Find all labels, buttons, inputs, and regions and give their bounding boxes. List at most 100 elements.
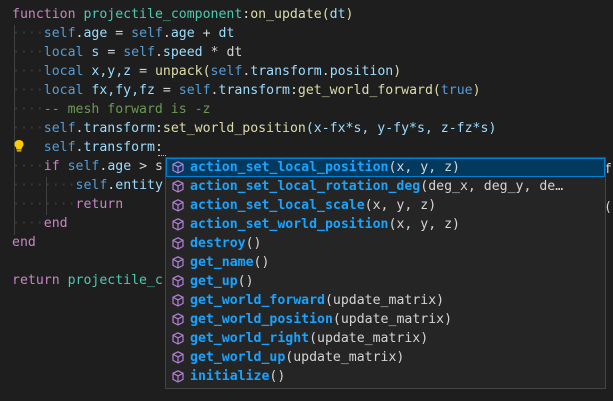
keyword: function: [12, 7, 76, 22]
method-cube-icon: [172, 275, 184, 288]
field: entity: [115, 178, 163, 193]
paren: (: [202, 64, 211, 79]
operator: +: [194, 26, 219, 41]
dot: .: [210, 83, 219, 98]
suggestion-item[interactable]: get_world_forward(update_matrix): [166, 291, 605, 310]
suggestion-signature: (x, y, z): [388, 160, 460, 175]
code-line: ····self.age = self.age + dt: [12, 26, 235, 41]
self-keyword: self: [67, 159, 100, 174]
identifier: projectile_component: [83, 7, 243, 22]
suggestion-signature: (x, y, z): [388, 217, 460, 232]
variable: x,y,z: [91, 64, 132, 79]
code-line: return projectile_c: [12, 271, 163, 290]
operator: =: [99, 45, 124, 60]
self-keyword: self: [75, 178, 108, 193]
method-cube-icon: [172, 351, 184, 364]
comment: -- mesh forward is -z: [43, 102, 211, 117]
method-cube-icon: [172, 370, 184, 383]
suggestion-match: get_world_forward: [190, 293, 325, 308]
code-line: self.transform:: [12, 138, 163, 157]
code-line: ····end: [12, 216, 68, 231]
method-cube-icon: [172, 256, 184, 269]
operator: =: [154, 83, 179, 98]
suggestion-item[interactable]: action_set_local_rotation_deg(deg_x, deg…: [166, 177, 605, 196]
suggestion-match: action_set_local_scale: [190, 198, 365, 213]
self-keyword: self: [43, 26, 76, 41]
suggestion-signature: (update_matrix): [324, 293, 445, 308]
paren: ): [472, 83, 481, 98]
variable: fx,fy,fz: [91, 83, 155, 98]
keyword: return: [75, 197, 124, 212]
suggestion-signature: (): [253, 255, 270, 270]
keyword: return: [12, 273, 60, 288]
method-call: set_world_position: [162, 121, 306, 136]
suggestion-signature: (): [269, 369, 286, 384]
method-cube-icon: [172, 313, 184, 326]
code-line: function projectile_component:on_update(…: [12, 5, 354, 24]
field: speed: [162, 45, 203, 60]
code-line: ········return: [12, 197, 124, 212]
suggestion-item[interactable]: destroy(): [166, 234, 605, 253]
field: position: [329, 64, 394, 79]
keyword: end: [12, 235, 36, 250]
variable: dt: [218, 26, 235, 41]
method-cube-icon: [172, 237, 184, 250]
identifier: projectile_c: [67, 273, 163, 288]
self-keyword: self: [43, 140, 76, 155]
suggestion-match: destroy: [190, 236, 246, 251]
suggestion-signature: (update_matrix): [309, 331, 429, 346]
suggestion-item[interactable]: get_world_up(update_matrix): [166, 348, 605, 367]
suggestion-item[interactable]: get_name(): [166, 253, 605, 272]
suggestion-item[interactable]: get_world_right(update_matrix): [166, 329, 605, 348]
self-keyword: self: [210, 64, 243, 79]
suggestion-signature: (deg_x, deg_y, de…: [420, 179, 564, 194]
suggestion-item[interactable]: action_set_local_scale(x, y, z): [166, 196, 605, 215]
method-call: get_world_forward: [297, 83, 433, 98]
self-keyword: self: [123, 45, 155, 60]
colon: :: [289, 83, 298, 98]
keyword: local: [43, 45, 84, 60]
suggestion-item[interactable]: action_set_world_position(x, y, z): [166, 215, 605, 234]
code-line: ····local x,y,z = unpack(self.transform.…: [12, 64, 402, 79]
boolean: true: [440, 83, 473, 98]
field: age: [170, 26, 195, 41]
suggestion-match: get_world_up: [190, 350, 286, 365]
field: age: [83, 26, 108, 41]
self-keyword: self: [131, 26, 163, 41]
code-line: ····if self.age > s: [12, 159, 163, 174]
method-cube-icon: [172, 218, 184, 231]
dot: .: [162, 26, 171, 41]
dot: .: [154, 45, 163, 60]
suggestion-signature: (): [237, 274, 254, 289]
suggestion-match: initialize: [190, 369, 270, 384]
self-keyword: self: [178, 83, 211, 98]
method-name: on_update: [250, 7, 322, 22]
suggestion-signature: (update_matrix): [285, 350, 405, 365]
method-cube-icon: [172, 199, 184, 212]
suggestion-item[interactable]: get_up(): [166, 272, 605, 291]
code-editor[interactable]: function projectile_component:on_update(…: [0, 0, 613, 401]
method-cube-icon: [172, 294, 184, 307]
suggestion-signature: (x, y, z): [364, 198, 437, 213]
diagnostic-underline: [158, 153, 166, 156]
suggestion-match: action_set_world_position: [190, 217, 389, 232]
suggestion-match: get_name: [190, 255, 254, 270]
field: transform: [83, 140, 155, 155]
suggestion-match: get_up: [190, 274, 238, 289]
suggestion-item[interactable]: initialize(): [166, 367, 605, 386]
method-cube-icon: [172, 332, 184, 345]
paren: ): [345, 7, 354, 22]
parameter: dt: [329, 7, 346, 22]
suggestion-match: get_world_position: [190, 312, 333, 327]
paren: (: [321, 7, 330, 22]
operator: =: [131, 64, 155, 79]
paren: (: [432, 83, 441, 98]
suggestion-item[interactable]: get_world_position(update_matrix): [166, 310, 605, 329]
colon: :: [154, 121, 163, 136]
autocomplete-suggestion-list[interactable]: action_set_local_position(x, y, z) action…: [165, 157, 606, 389]
suggestion-item[interactable]: action_set_local_position(x, y, z): [166, 158, 605, 177]
code-line: ····self.transform:set_world_position(x-…: [12, 121, 497, 136]
suggestion-signature: (): [245, 236, 262, 251]
